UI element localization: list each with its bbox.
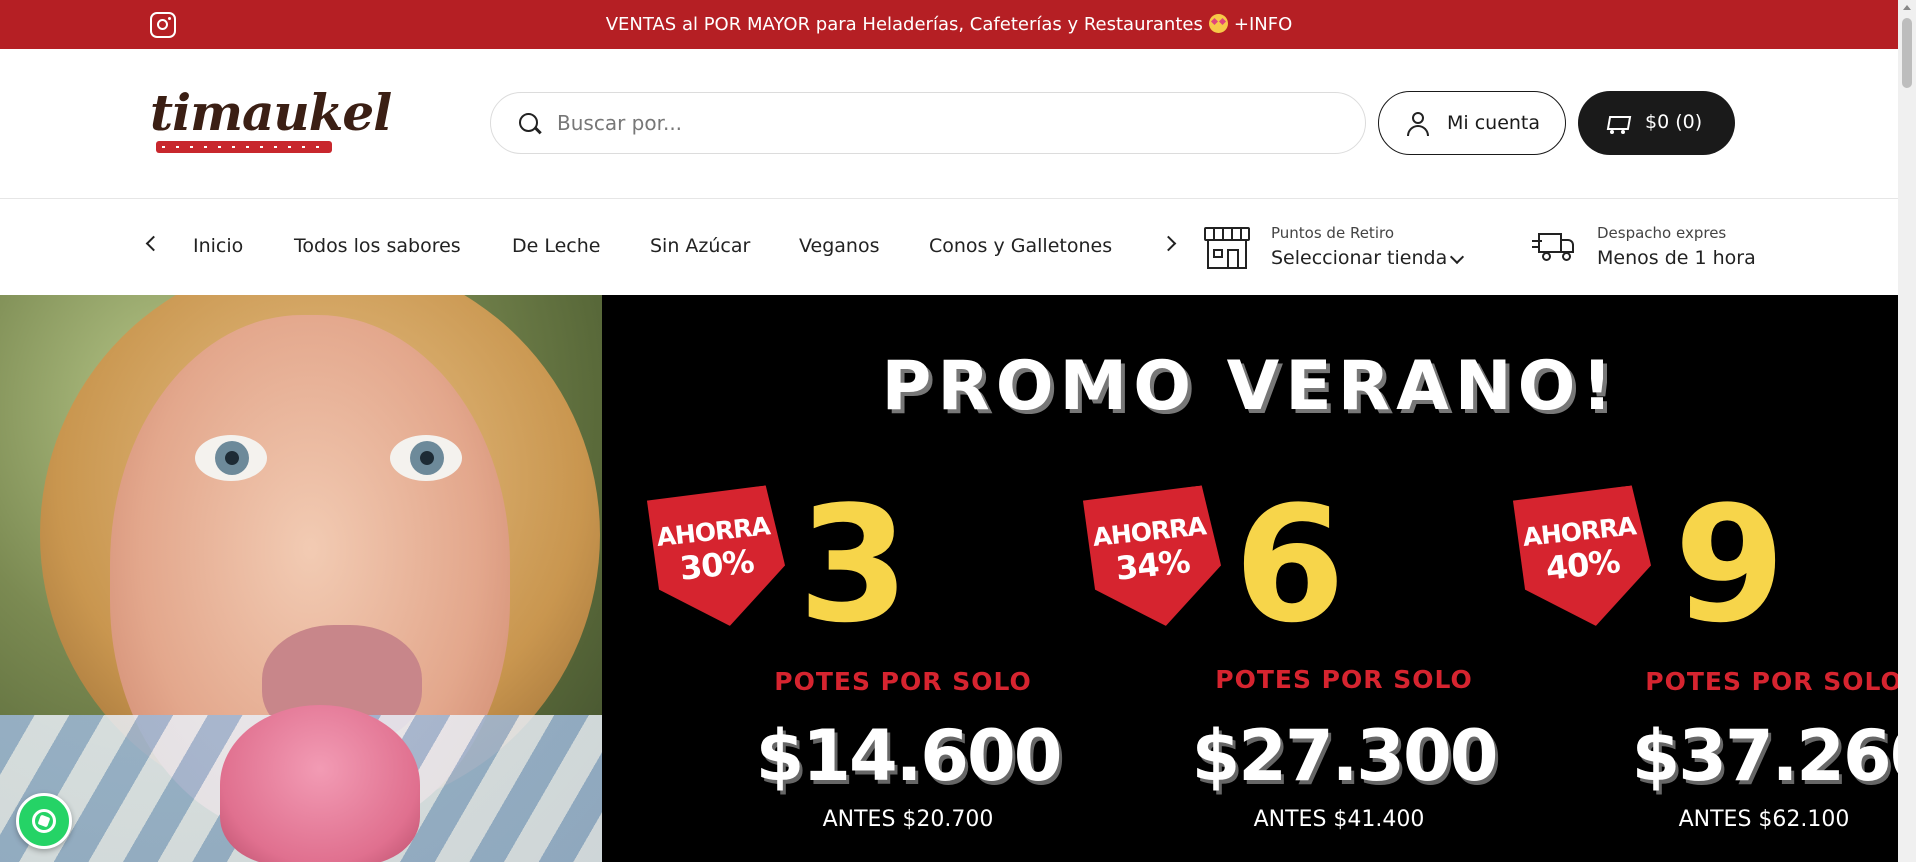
pickup-label: Puntos de Retiro bbox=[1271, 224, 1394, 242]
offer-card-6: AHORRA 34% 6 POTES POR SOLO $27.300 ANTE… bbox=[1084, 295, 1524, 862]
logo-wordmark: timaukel bbox=[150, 83, 392, 142]
store-icon bbox=[1204, 227, 1250, 269]
offer-price: $37.260 bbox=[1631, 715, 1898, 797]
offer-price: $14.600 bbox=[755, 715, 1063, 797]
announcement-bar: VENTAS al POR MAYOR para Heladerías, Caf… bbox=[0, 0, 1898, 49]
search-input[interactable] bbox=[557, 107, 1337, 139]
hero-banner[interactable]: PROMO VERANO! AHORRA 30% 3 POTES POR SOL… bbox=[0, 295, 1898, 862]
discount-badge: AHORRA 40% bbox=[1507, 484, 1656, 633]
announcement-text: VENTAS al POR MAYOR para Heladerías, Caf… bbox=[605, 14, 1203, 35]
offer-before-price: ANTES $62.100 bbox=[1678, 807, 1850, 832]
express-value: Menos de 1 hora bbox=[1597, 247, 1756, 269]
hero-photo-girl-eating-ice-cream bbox=[0, 295, 602, 862]
nav-item-todos-los-sabores[interactable]: Todos los sabores bbox=[294, 235, 461, 257]
site-logo[interactable]: timaukel bbox=[150, 83, 392, 163]
nav-item-inicio[interactable]: Inicio bbox=[193, 235, 243, 257]
scroll-up-arrow-icon[interactable] bbox=[1903, 5, 1911, 10]
nav-item-sin-azucar[interactable]: Sin Azúcar bbox=[650, 235, 750, 257]
account-label: Mi cuenta bbox=[1447, 112, 1541, 134]
page-scrollbar[interactable] bbox=[1898, 0, 1916, 862]
offer-quantity: 6 bbox=[1234, 471, 1346, 658]
nav-next-chevron-icon[interactable] bbox=[1160, 235, 1177, 252]
main-nav: Inicio Todos los sabores De Leche Sin Az… bbox=[0, 200, 1898, 295]
nav-item-conos-y-galletones[interactable]: Conos y Galletones bbox=[929, 235, 1112, 257]
offer-before-price: ANTES $20.700 bbox=[822, 807, 994, 832]
search-bar[interactable] bbox=[490, 92, 1366, 154]
nav-prev-chevron-icon[interactable] bbox=[145, 235, 162, 252]
star-struck-emoji-icon bbox=[1208, 14, 1228, 33]
nav-item-de-leche[interactable]: De Leche bbox=[512, 235, 600, 257]
offer-quantity: 3 bbox=[798, 471, 910, 658]
pickup-value[interactable]: Seleccionar tienda bbox=[1271, 247, 1447, 269]
discount-badge: AHORRA 30% bbox=[641, 484, 790, 633]
discount-badge: AHORRA 34% bbox=[1077, 484, 1226, 633]
chevron-down-icon[interactable] bbox=[1449, 249, 1465, 265]
offer-quantity: 9 bbox=[1674, 471, 1786, 658]
offer-subtitle: POTES POR SOLO bbox=[774, 667, 1032, 696]
offer-price: $27.300 bbox=[1191, 715, 1499, 797]
nav-item-veganos[interactable]: Veganos bbox=[799, 235, 879, 257]
logo-underline bbox=[156, 141, 332, 153]
cart-label: $0 (0) bbox=[1645, 111, 1703, 133]
announcement-message[interactable]: VENTAS al POR MAYOR para Heladerías, Caf… bbox=[0, 0, 1898, 49]
offer-card-3: AHORRA 30% 3 POTES POR SOLO $14.600 ANTE… bbox=[648, 295, 1088, 862]
offer-card-9: AHORRA 40% 9 POTES POR SOLO $37.260 ANTE… bbox=[1514, 295, 1898, 862]
express-label: Despacho expres bbox=[1597, 224, 1727, 242]
whatsapp-icon[interactable] bbox=[16, 793, 72, 849]
scrollbar-thumb[interactable] bbox=[1902, 18, 1912, 88]
offer-before-price: ANTES $41.400 bbox=[1253, 807, 1425, 832]
search-icon[interactable] bbox=[519, 113, 541, 135]
announcement-info-link[interactable]: +INFO bbox=[1234, 14, 1292, 35]
offer-subtitle: POTES POR SOLO bbox=[1215, 665, 1473, 694]
account-button[interactable]: Mi cuenta bbox=[1378, 91, 1566, 155]
user-icon bbox=[1407, 112, 1429, 136]
cart-icon bbox=[1604, 113, 1630, 135]
site-header: timaukel Mi cuenta $0 (0) bbox=[0, 49, 1898, 199]
cart-button[interactable]: $0 (0) bbox=[1578, 91, 1735, 155]
truck-icon bbox=[1532, 233, 1576, 263]
offer-subtitle: POTES POR SOLO bbox=[1645, 667, 1898, 696]
